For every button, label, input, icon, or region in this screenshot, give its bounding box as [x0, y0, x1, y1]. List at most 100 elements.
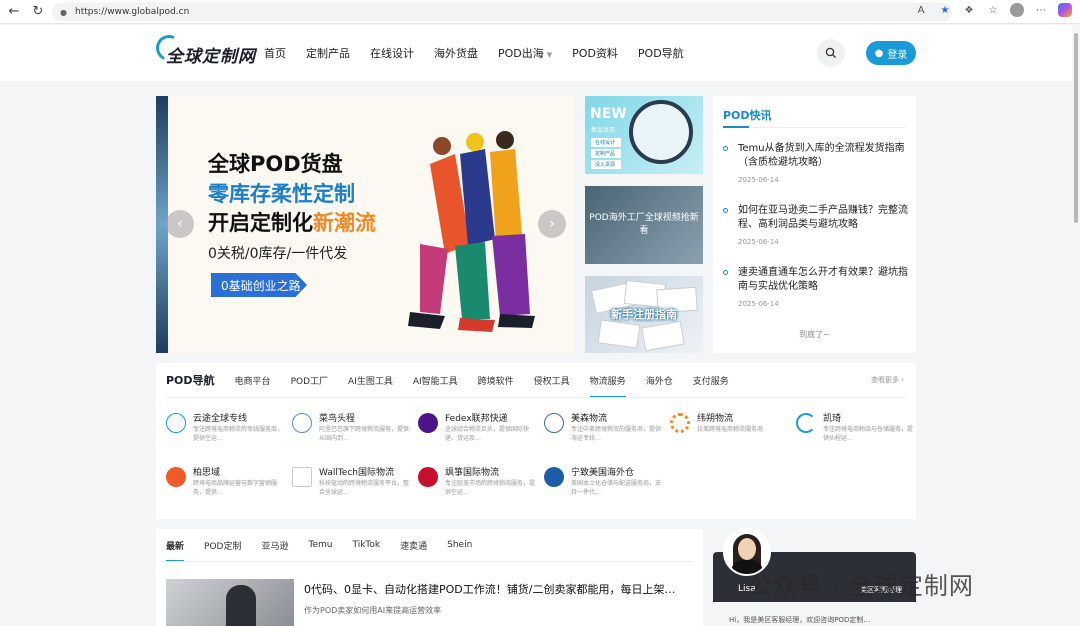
back-icon[interactable]: ←: [4, 2, 24, 22]
service-card[interactable]: 纬朔物流 拉美跨境电商物流服务商: [670, 411, 795, 453]
clock-illustration: [629, 100, 693, 164]
bullet-icon: [723, 208, 728, 213]
tab-amazon[interactable]: 亚马逊: [261, 539, 288, 552]
tab-tiktok[interactable]: TikTok: [352, 540, 380, 550]
service-desc: 专注跨境电商物流的专线服务商，提供空运…: [193, 426, 284, 442]
service-card[interactable]: 飒箏国际物流 专注欧美市场的跨境物流服务，提供空运…: [418, 465, 543, 507]
service-card[interactable]: WallTech国际物流 科技驱动的跨境物流服务平台，整合全球运…: [292, 465, 417, 507]
service-card[interactable]: 菜鸟头程 阿里巴巴旗下跨境物流服务，提供从国内到…: [292, 411, 417, 453]
tab-logistics[interactable]: 物流服务: [589, 374, 626, 398]
cloud-logo-icon: [166, 413, 186, 433]
service-name: 宁致美国海外仓: [571, 468, 635, 478]
banner-guide-caption: 新手注册指南: [611, 308, 677, 321]
tab-payment[interactable]: 支付服务: [693, 374, 729, 387]
bosiyu-logo-icon: [166, 467, 186, 487]
service-name: 柏思域: [193, 468, 221, 478]
service-name: 飒箏国际物流: [445, 468, 500, 478]
tab-ai-image[interactable]: AI生图工具: [348, 374, 393, 387]
site-header: 全球定制网 首页 定制产品 在线设计 海外货盘 POD出海 ▼ POD资料 POD…: [0, 25, 1080, 81]
copilot-icon[interactable]: [1058, 3, 1072, 17]
site-logo[interactable]: 全球定制网: [152, 31, 256, 69]
service-card[interactable]: 美森物流 专注中美跨境物流的服务商，提供海运专线…: [544, 411, 669, 453]
service-name: 菜鸟头程: [319, 414, 356, 424]
news-item-title[interactable]: 如何在亚马逊卖二手产品赚钱？完整流程、高利润品类与避坑攻略: [738, 204, 908, 232]
hero-illustration: [408, 131, 535, 332]
read-aloud-icon[interactable]: A: [914, 3, 928, 17]
factory-video-banner[interactable]: POD海外工厂全球视频抢新看: [585, 186, 703, 264]
nav-item-resources[interactable]: POD资料: [572, 45, 618, 61]
new-products-banner[interactable]: NEW 新品发布 在线设计 定制产品 没入货源: [585, 96, 703, 174]
directory-more-link[interactable]: 查看更多 ›: [871, 375, 904, 385]
tab-latest[interactable]: 最新: [166, 539, 185, 562]
service-desc: 专注欧美市场的跨境物流服务，提供空运…: [445, 480, 536, 496]
fedex-logo-icon: [418, 413, 438, 433]
more-menu-icon[interactable]: ⋯: [1034, 3, 1048, 17]
banner-new-label: NEW: [590, 106, 627, 122]
news-item-date: 2025-06-14: [738, 238, 779, 246]
nav-item-overseas[interactable]: 海外货盘: [434, 45, 478, 61]
service-name: 纬朔物流: [697, 414, 734, 424]
nav-item-products[interactable]: 定制产品: [306, 45, 350, 61]
hero-title-line2: 零库存柔性定制: [208, 182, 355, 206]
service-desc: 全球综合物流巨头，提供国际快递、货运及…: [445, 426, 530, 442]
tab-pod-factory[interactable]: POD工厂: [291, 374, 328, 387]
news-panel-title: POD快讯: [723, 109, 772, 122]
hero-title-line1: 全球POD货盘: [208, 152, 343, 176]
address-bar[interactable]: ● https://www.globalpod.cn: [52, 3, 952, 21]
service-desc: 跨境电商品牌运营与数字营销服务，提供…: [193, 480, 278, 496]
tab-ip-tools[interactable]: 侵权工具: [534, 374, 570, 387]
news-item-title[interactable]: Temu从备货到入库的全流程发货指南（含质检避坑攻略）: [738, 142, 908, 170]
avatar-face: [738, 538, 756, 560]
search-button[interactable]: [817, 39, 845, 67]
registration-guide-banner[interactable]: 新手注册指南: [585, 276, 703, 353]
scrollbar-thumb[interactable]: [1074, 33, 1078, 223]
favorites-icon[interactable]: ☆: [986, 3, 1000, 17]
service-name: WallTech国际物流: [319, 468, 394, 478]
carousel-prev-button[interactable]: ‹: [166, 210, 194, 238]
chevron-right-icon: ›: [901, 376, 904, 384]
article-thumbnail[interactable]: [166, 579, 294, 626]
lock-icon: ●: [60, 7, 67, 17]
login-label: 登录: [887, 49, 908, 61]
nav-item-design[interactable]: 在线设计: [370, 45, 414, 61]
service-name: 云途全球专线: [193, 414, 248, 424]
article-tabs-divider: [166, 561, 693, 562]
news-item-title[interactable]: 速卖通直通车怎么开才有效果？避坑指南与实战优化策略: [738, 266, 908, 294]
tab-shein[interactable]: Shein: [447, 540, 472, 550]
reload-icon[interactable]: ↻: [28, 2, 48, 22]
service-card[interactable]: 柏思域 跨境电商品牌运营与数字营销服务，提供…: [166, 465, 291, 507]
carousel-next-button[interactable]: ›: [538, 210, 566, 238]
tab-overseas-warehouse[interactable]: 海外仓: [646, 374, 673, 387]
banner-tag: 没入货源: [591, 160, 621, 169]
hero-cta-button[interactable]: 0基础创业之路: [211, 273, 307, 297]
extensions-icon[interactable]: ❖: [962, 3, 976, 17]
tab-cross-border-software[interactable]: 跨境软件: [478, 374, 514, 387]
service-card[interactable]: 凯琦 专注跨境电商物流与仓储服务，提供头程运…: [796, 411, 921, 453]
nav-item-home[interactable]: 首页: [264, 45, 286, 61]
favorite-star-icon[interactable]: ★: [938, 3, 952, 17]
agent-message[interactable]: Hi，我是美区客服经理，欢迎咨询POD定制…: [723, 612, 906, 626]
tab-ai-tools[interactable]: AI智能工具: [413, 374, 458, 387]
news-item-date: 2025-06-14: [738, 176, 779, 184]
service-name: Fedex联邦快递: [445, 414, 508, 424]
tab-aliexpress[interactable]: 速卖通: [400, 539, 427, 552]
nav-item-pod-global[interactable]: POD出海 ▼: [498, 45, 552, 61]
tab-ecommerce[interactable]: 电商平台: [235, 374, 271, 387]
tab-pod-custom[interactable]: POD定制: [204, 539, 241, 552]
banner-tag: 定制产品: [591, 149, 621, 158]
service-name: 美森物流: [571, 414, 608, 424]
service-desc: 专注中美跨境物流的服务商，提供海运专线…: [571, 426, 662, 442]
profile-avatar[interactable]: [1010, 3, 1024, 17]
service-card[interactable]: 宁致美国海外仓 美国本土化仓储与配送服务商，支持一件代…: [544, 465, 669, 507]
login-button[interactable]: ● 登录: [866, 41, 916, 65]
nav-item-pod-global-label: POD出海: [498, 47, 544, 60]
article-title[interactable]: 0代码、0显卡、自动化搭建POD工作流！铺货/二创卖家都能用，每日上架…: [304, 581, 675, 597]
article-list-item[interactable]: 0代码、0显卡、自动化搭建POD工作流！铺货/二创卖家都能用，每日上架… 作为P…: [156, 569, 703, 626]
tab-temu[interactable]: Temu: [308, 540, 332, 550]
page-scrollbar[interactable]: [1072, 25, 1080, 626]
nav-item-directory[interactable]: POD导航: [638, 45, 684, 61]
hero-title-highlight: 新潮流: [313, 211, 376, 235]
service-card[interactable]: Fedex联邦快递 全球综合物流巨头，提供国际快递、货运及…: [418, 411, 543, 453]
service-card[interactable]: 云途全球专线 专注跨境电商物流的专线服务商，提供空运…: [166, 411, 291, 453]
hero-carousel[interactable]: 全球POD货盘 零库存柔性定制 开启定制化新潮流 0关税/0库存/一件代发 0基…: [156, 96, 574, 353]
